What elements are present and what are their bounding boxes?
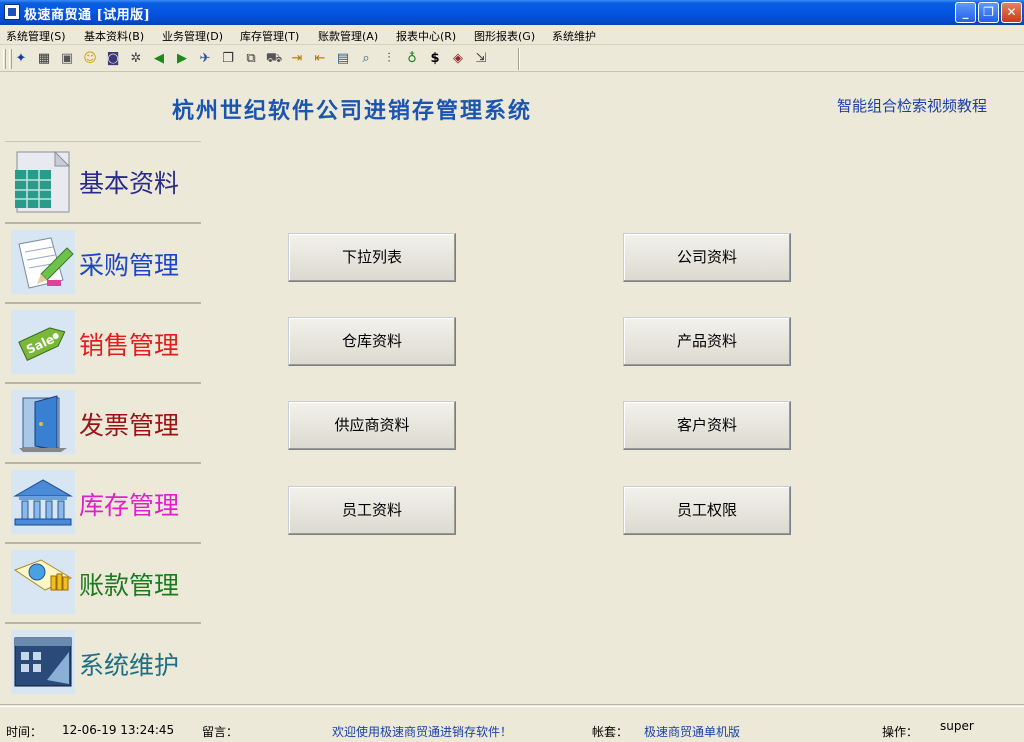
disk-icon[interactable]: ◙ bbox=[104, 50, 122, 68]
sidebar-item-purchase[interactable]: 采购管理 bbox=[5, 224, 201, 304]
menu-basic-data[interactable]: 基本资料(B) bbox=[84, 28, 144, 44]
truck-icon[interactable]: ⛟ bbox=[265, 50, 283, 68]
chat-icon[interactable]: ▣ bbox=[58, 50, 76, 68]
book-icon[interactable]: ◈ bbox=[449, 50, 467, 68]
company-info-button[interactable]: 公司资料 bbox=[623, 233, 791, 282]
sidebar-item-label: 发票管理 bbox=[79, 411, 180, 440]
sidebar-item-accounts[interactable]: 账款管理 bbox=[5, 544, 201, 624]
import-icon[interactable]: ⇥ bbox=[288, 50, 306, 68]
account-value: 极速商贸通单机版 bbox=[644, 725, 741, 739]
notepad-pencil-icon bbox=[11, 230, 75, 294]
money-bag-icon[interactable]: ♁ bbox=[403, 50, 421, 68]
menu-inventory[interactable]: 库存管理(T) bbox=[240, 28, 299, 44]
app-icon[interactable] bbox=[4, 4, 20, 20]
smile-icon[interactable]: ☺ bbox=[81, 50, 99, 68]
sidebar-item-label: 系统维护 bbox=[79, 651, 180, 680]
product-info-button[interactable]: 产品资料 bbox=[623, 317, 791, 366]
arrow-left-icon[interactable]: ◀ bbox=[150, 50, 168, 68]
employee-permission-button[interactable]: 员工权限 bbox=[623, 486, 791, 535]
dropdown-list-button[interactable]: 下拉列表 bbox=[288, 233, 456, 282]
status-bar: 时间： 12-06-19 13:24:45 留言： 欢迎使用极速商贸通进销存软件… bbox=[0, 704, 1024, 742]
export-icon[interactable]: ⇤ bbox=[311, 50, 329, 68]
sidebar-item-basic-data[interactable]: 基本资料 bbox=[5, 142, 201, 224]
bank-building-icon bbox=[11, 470, 75, 534]
door-icon bbox=[11, 390, 75, 454]
toolbar-grip[interactable] bbox=[3, 49, 6, 69]
sidebar-item-inventory[interactable]: 库存管理 bbox=[5, 464, 201, 544]
app-window-icon bbox=[11, 630, 75, 694]
sidebar-item-label: 账款管理 bbox=[79, 571, 180, 600]
sidebar-item-maintenance[interactable]: 系统维护 bbox=[5, 624, 201, 704]
menu-graph-reports[interactable]: 图形报表(G) bbox=[474, 28, 535, 44]
calculator-icon[interactable]: ▦ bbox=[35, 50, 53, 68]
title-bar[interactable]: 极速商贸通 [试用版] _ ❐ ✕ bbox=[0, 0, 1024, 25]
operator-value: super bbox=[940, 719, 974, 733]
search-icon[interactable]: ⌕ bbox=[357, 50, 375, 68]
chart-icon[interactable]: ⫶ bbox=[380, 50, 398, 68]
menu-reports[interactable]: 报表中心(R) bbox=[396, 28, 456, 44]
time-value: 12-06-19 13:24:45 bbox=[62, 723, 175, 737]
system-title: 杭州世纪软件公司进销存管理系统 bbox=[172, 98, 533, 124]
menu-system-manage[interactable]: 系统管理(S) bbox=[6, 28, 66, 44]
sidebar: 基本资料 采购管理 Sale 销售管理 发票管理 库存管理 账款管理 系统维护 bbox=[5, 141, 201, 702]
dollar-icon[interactable]: $ bbox=[426, 50, 444, 68]
message-label: 留言： bbox=[202, 725, 239, 739]
computer-icon[interactable]: ▤ bbox=[334, 50, 352, 68]
account-label: 帐套： bbox=[592, 725, 629, 739]
employee-info-button[interactable]: 员工资料 bbox=[288, 486, 456, 535]
app-window: 极速商贸通 [试用版] _ ❐ ✕ 系统管理(S) 基本资料(B) 业务管理(D… bbox=[0, 0, 1024, 742]
menu-maintenance[interactable]: 系统维护 bbox=[552, 28, 596, 44]
spreadsheet-icon bbox=[15, 150, 71, 213]
sidebar-item-invoice[interactable]: 发票管理 bbox=[5, 384, 201, 464]
close-button[interactable]: ✕ bbox=[1001, 2, 1022, 23]
operator-label: 操作： bbox=[882, 725, 919, 739]
sidebar-item-sales[interactable]: Sale 销售管理 bbox=[5, 304, 201, 384]
video-tutorial-link[interactable]: 智能组合检索视频教程 bbox=[837, 95, 987, 116]
menu-business[interactable]: 业务管理(D) bbox=[162, 28, 223, 44]
sidebar-item-label: 基本资料 bbox=[79, 169, 180, 198]
gear-icon[interactable]: ✲ bbox=[127, 50, 145, 68]
sidebar-item-label: 采购管理 bbox=[79, 251, 180, 280]
toolbar: ✦ ▦ ▣ ☺ ◙ ✲ ◀ ▶ ✈ ❐ ⧉ ⛟ ⇥ ⇤ ▤ ⌕ ⫶ ♁ $ ◈ … bbox=[0, 46, 1024, 72]
warehouse-info-button[interactable]: 仓库资料 bbox=[288, 317, 456, 366]
copy-icon[interactable]: ⧉ bbox=[242, 50, 260, 68]
window-title: 极速商贸通 [试用版] bbox=[24, 8, 151, 23]
restore-button[interactable]: ❐ bbox=[978, 2, 999, 23]
sidebar-item-label: 销售管理 bbox=[79, 331, 180, 360]
minimize-button[interactable]: _ bbox=[955, 2, 976, 23]
menu-bar: 系统管理(S) 基本资料(B) 业务管理(D) 库存管理(T) 账款管理(A) … bbox=[0, 25, 1024, 45]
toolbar-separator bbox=[518, 48, 520, 70]
sale-tag-icon: Sale bbox=[11, 310, 75, 374]
sidebar-item-label: 库存管理 bbox=[79, 491, 180, 520]
menu-accounts[interactable]: 账款管理(A) bbox=[318, 28, 378, 44]
welcome-message: 欢迎使用极速商贸通进销存软件！ bbox=[332, 725, 513, 739]
customer-info-button[interactable]: 客户资料 bbox=[623, 401, 791, 450]
window-icon[interactable]: ❐ bbox=[219, 50, 237, 68]
plane-icon[interactable]: ✈ bbox=[196, 50, 214, 68]
time-label: 时间： bbox=[6, 725, 43, 739]
butterfly-icon[interactable]: ✦ bbox=[12, 50, 30, 68]
coins-envelope-icon bbox=[11, 550, 75, 614]
arrow-right-icon[interactable]: ▶ bbox=[173, 50, 191, 68]
supplier-info-button[interactable]: 供应商资料 bbox=[288, 401, 456, 450]
exit-icon[interactable]: ⇲ bbox=[472, 50, 490, 68]
